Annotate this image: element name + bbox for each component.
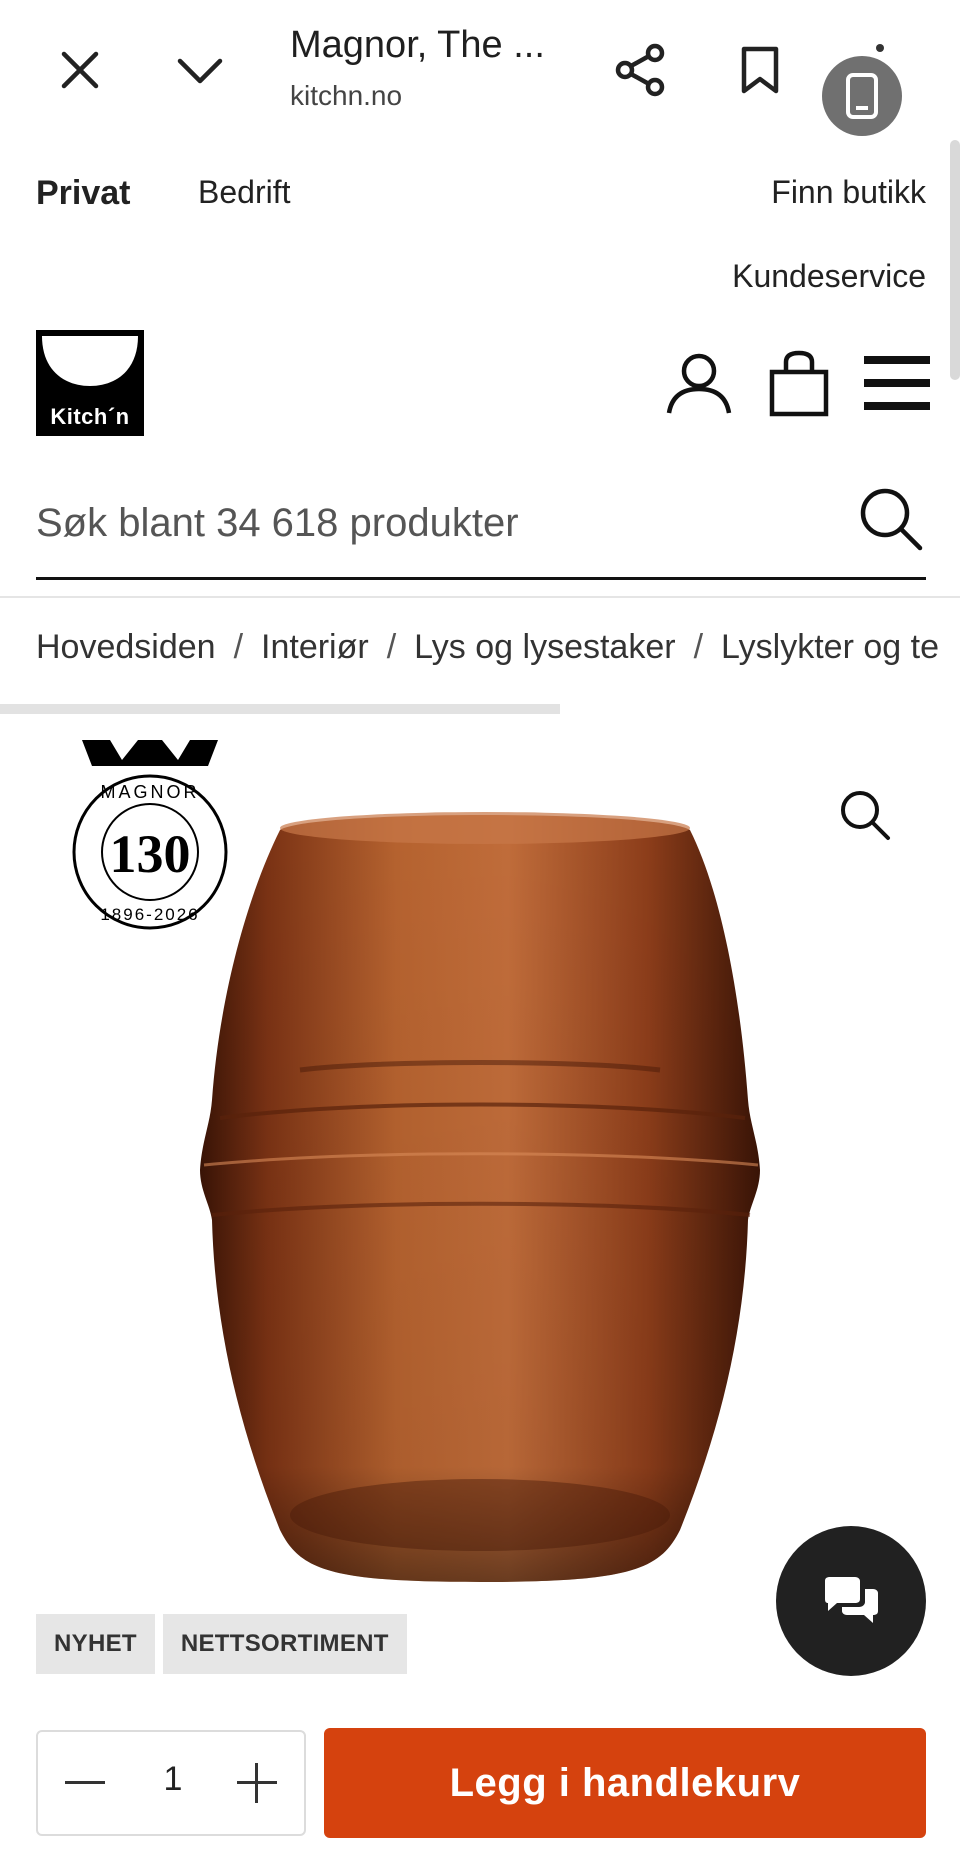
device-icon[interactable] — [822, 56, 902, 136]
badge-years: 1896-2026 — [100, 905, 199, 924]
magnor-130-badge: 130 MAGNOR 1896-2026 — [70, 740, 230, 940]
divider — [0, 596, 960, 598]
add-to-cart-button[interactable]: Legg i handlekurv — [324, 1728, 926, 1838]
link-kundeservice[interactable]: Kundeservice — [732, 258, 926, 295]
site-header: Kitch´n — [0, 320, 960, 450]
page-title: Magnor, The ... — [290, 24, 545, 66]
top-links: Privat Bedrift Finn butikk Kundeservice — [0, 150, 960, 310]
chevron-down-icon[interactable] — [160, 30, 240, 110]
link-finn-butikk[interactable]: Finn butikk — [771, 174, 926, 211]
menu-icon[interactable] — [862, 350, 932, 416]
breadcrumb-separator: / — [693, 628, 704, 666]
breadcrumb-item-lys[interactable]: Lys og lysestaker — [414, 628, 675, 666]
breadcrumb-item-lyslykter[interactable]: Lyslykter og te — [721, 628, 939, 666]
breadcrumb-separator: / — [386, 628, 397, 666]
link-bedrift[interactable]: Bedrift — [198, 174, 290, 211]
search-icon[interactable] — [856, 484, 926, 554]
zoom-icon[interactable] — [830, 780, 900, 850]
product-image[interactable] — [160, 770, 800, 1630]
shopping-bag-icon[interactable] — [764, 342, 834, 426]
breadcrumb-separator: / — [233, 628, 244, 666]
bookmark-icon[interactable] — [720, 30, 800, 110]
user-icon[interactable] — [660, 342, 738, 426]
logo-text: Kitch´n — [50, 404, 130, 429]
browser-toolbar: Magnor, The ... kitchn.no — [0, 0, 960, 140]
kitchn-logo[interactable]: Kitch´n — [36, 330, 144, 436]
tag-nettsortiment: NETTSORTIMENT — [162, 1614, 407, 1674]
badge-number: 130 — [110, 824, 191, 884]
chat-icon — [825, 1577, 878, 1623]
product-image-area[interactable]: 130 MAGNOR 1896-2026 — [0, 730, 960, 1650]
plus-icon[interactable] — [224, 1750, 290, 1816]
link-privat[interactable]: Privat — [36, 174, 131, 213]
breadcrumb: Hovedsiden / Interiør / Lys og lysestaker / Ly… — [36, 628, 960, 678]
breadcrumb-item-hovedsiden[interactable]: Hovedsiden — [36, 628, 216, 666]
breadcrumb-item-interior[interactable]: Interiør — [261, 628, 369, 666]
close-icon[interactable] — [40, 30, 120, 110]
search-input[interactable] — [36, 490, 816, 556]
breadcrumb-scroll-indicator — [0, 704, 560, 714]
badge-brand: MAGNOR — [101, 782, 200, 802]
page-url: kitchn.no — [290, 80, 403, 111]
quantity-stepper: 1 — [36, 1730, 306, 1836]
quantity-value[interactable]: 1 — [138, 1760, 208, 1799]
minus-icon[interactable] — [52, 1750, 118, 1816]
product-tags: NYHET NETTSORTIMENT — [36, 1614, 407, 1674]
chat-button[interactable] — [776, 1526, 926, 1676]
search-bar — [36, 470, 926, 580]
tag-nyhet: NYHET — [36, 1614, 155, 1674]
share-icon[interactable] — [600, 30, 680, 110]
